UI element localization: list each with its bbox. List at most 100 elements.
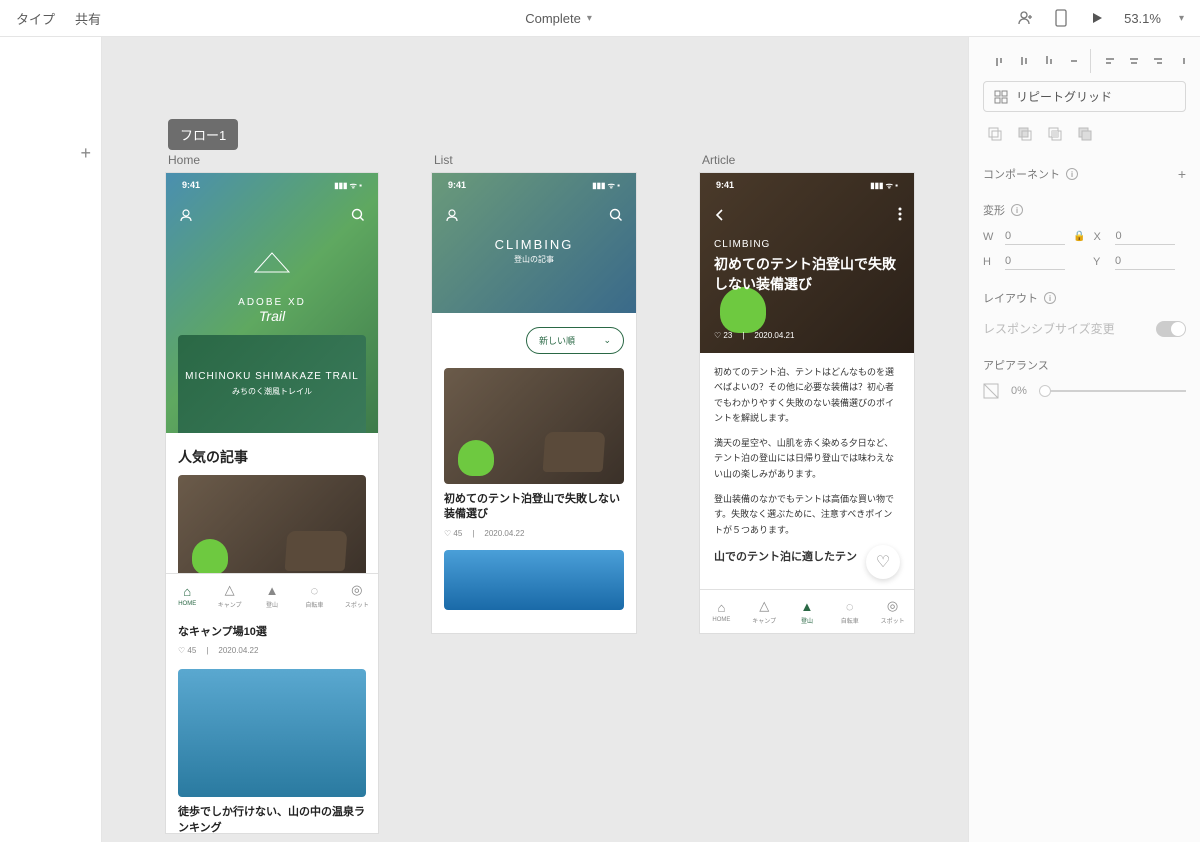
status-time: 9:41 xyxy=(448,180,466,190)
flow-badge[interactable]: フロー1 xyxy=(168,119,238,150)
add-icon[interactable]: + xyxy=(80,143,91,164)
article-date: 2020.04.22 xyxy=(218,646,258,655)
article-meta: ♡ 45 | 2020.04.22 xyxy=(178,646,366,655)
distribute-h-icon[interactable] xyxy=(1172,49,1196,73)
align-right-icon[interactable] xyxy=(1147,49,1171,73)
climb-icon: ▲ xyxy=(266,583,279,598)
repeat-grid-label: リピートグリッド xyxy=(1016,88,1112,105)
invite-icon[interactable] xyxy=(1016,9,1034,27)
zoom-level[interactable]: 53.1% xyxy=(1124,11,1161,26)
artboard-home[interactable]: 9:41 ▮▮▮ ᯤ ▪ ADOBE XD Trail 旅と道を楽しむ情報マガジ… xyxy=(166,173,378,833)
artboard-label-list[interactable]: List xyxy=(434,153,453,167)
responsive-label: レスポンシブサイズ変更 xyxy=(983,320,1115,337)
union-icon[interactable] xyxy=(983,122,1007,146)
align-top-icon[interactable] xyxy=(987,49,1011,73)
list-card[interactable] xyxy=(444,550,624,610)
bottom-nav: ⌂HOME △キャンプ ▲登山 ◌自転車 ◎スポット xyxy=(700,589,914,633)
boolean-ops xyxy=(983,122,1186,146)
search-icon[interactable] xyxy=(350,207,366,223)
article-hero-meta: ♡ 23 | 2020.04.21 xyxy=(714,331,794,340)
user-icon[interactable] xyxy=(444,207,460,223)
sort-dropdown[interactable]: 新しい順 ⌄ xyxy=(526,327,624,354)
article-card[interactable]: 徒歩でしか行けない、山の中の温泉ランキング xyxy=(178,669,366,833)
y-input[interactable] xyxy=(1115,253,1175,270)
responsive-toggle[interactable] xyxy=(1156,321,1186,337)
doc-title-dropdown[interactable]: Complete ▾ xyxy=(101,11,1016,26)
nav-climb[interactable]: ▲登山 xyxy=(786,590,829,633)
opacity-row: 0% xyxy=(983,383,1186,399)
info-icon[interactable]: i xyxy=(1011,204,1023,216)
device-preview-icon[interactable] xyxy=(1052,9,1070,27)
grid-icon xyxy=(994,90,1008,104)
zoom-chevron-icon[interactable]: ▾ xyxy=(1179,13,1184,24)
topbar-left: タイプ 共有 xyxy=(16,9,101,28)
home-icon: ⌂ xyxy=(183,584,191,599)
chevron-down-icon: ⌄ xyxy=(603,335,611,346)
right-panel: リピートグリッド コンポーネント i + 変形 i W 🔒 X H Y レイアウ… xyxy=(968,37,1200,842)
artboard-label-home[interactable]: Home xyxy=(168,153,200,167)
featured-card[interactable]: MICHINOKU SHIMAKAZE TRAIL みちのく潮風トレイル xyxy=(178,335,366,433)
left-panel: + xyxy=(0,37,102,842)
camp-icon: △ xyxy=(759,598,769,614)
subtract-icon[interactable] xyxy=(1013,122,1037,146)
article-card[interactable]: なキャンプ場10選 ♡ 45 | 2020.04.22 xyxy=(178,625,366,655)
nav-camp[interactable]: △キャンプ xyxy=(743,590,786,633)
spot-icon: ◎ xyxy=(887,598,898,614)
nav-climb[interactable]: ▲登山 xyxy=(251,574,293,617)
menu-share[interactable]: 共有 xyxy=(75,9,101,28)
components-header: コンポーネント i + xyxy=(983,166,1186,182)
opacity-slider[interactable] xyxy=(1039,390,1186,392)
repeat-grid-button[interactable]: リピートグリッド xyxy=(983,81,1186,112)
search-icon[interactable] xyxy=(608,207,624,223)
align-hcenter-icon[interactable] xyxy=(1122,49,1146,73)
nav-home[interactable]: ⌂HOME xyxy=(166,574,208,617)
status-icons: ▮▮▮ ᯤ ▪ xyxy=(592,180,620,191)
align-left-icon[interactable] xyxy=(1097,49,1121,73)
lock-icon[interactable]: 🔒 xyxy=(1073,231,1085,242)
info-icon[interactable]: i xyxy=(1044,292,1056,304)
camp-icon: △ xyxy=(225,582,235,598)
add-component-icon[interactable]: + xyxy=(1178,166,1186,182)
nav-bike[interactable]: ◌自転車 xyxy=(828,590,871,633)
bottom-nav: ⌂HOME △キャンプ ▲登山 ◌自転車 ◎スポット xyxy=(166,573,378,617)
back-icon[interactable] xyxy=(712,207,728,223)
artboard-article[interactable]: 9:41 ▮▮▮ ᯤ ▪ CLIMBING 初めてのテント泊登山で失敗しない装備… xyxy=(700,173,914,633)
article-category: CLIMBING xyxy=(714,239,770,250)
nav-spot[interactable]: ◎スポット xyxy=(871,590,914,633)
nav-bike[interactable]: ◌自転車 xyxy=(293,574,335,617)
article-card[interactable] xyxy=(178,475,366,583)
x-label: X xyxy=(1093,231,1107,243)
exclude-icon[interactable] xyxy=(1073,122,1097,146)
info-icon[interactable]: i xyxy=(1066,168,1078,180)
bike-icon: ◌ xyxy=(311,583,319,598)
artboard-list[interactable]: 9:41 ▮▮▮ ᯤ ▪ CLIMBING 登山の記事 新しい順 ⌄ 初めてのテ… xyxy=(432,173,636,633)
artboard-label-article[interactable]: Article xyxy=(702,153,735,167)
canvas[interactable]: フロー1 Home List Article 9:41 ▮▮▮ ᯤ ▪ ADOB… xyxy=(102,37,968,842)
align-vcenter-icon[interactable] xyxy=(1012,49,1036,73)
w-input[interactable] xyxy=(1005,228,1065,245)
align-bottom-icon[interactable] xyxy=(1037,49,1061,73)
intersect-icon[interactable] xyxy=(1043,122,1067,146)
play-icon[interactable] xyxy=(1088,9,1106,27)
appearance-header: アピアランス xyxy=(983,357,1186,373)
favorite-button[interactable]: ♡ xyxy=(866,545,900,579)
distribute-v-icon[interactable] xyxy=(1062,49,1086,73)
nav-home[interactable]: ⌂HOME xyxy=(700,590,743,633)
layout-header: レイアウト i xyxy=(983,290,1186,306)
status-icons: ▮▮▮ ᯤ ▪ xyxy=(334,180,362,191)
featured-sub: みちのく潮風トレイル xyxy=(232,386,312,397)
spot-icon: ◎ xyxy=(351,582,362,598)
nav-spot[interactable]: ◎スポット xyxy=(336,574,378,617)
menu-prototype[interactable]: タイプ xyxy=(16,9,55,28)
list-card[interactable]: 初めてのテント泊登山で失敗しない装備選び ♡ 45 | 2020.04.22 xyxy=(444,368,624,538)
nav-camp[interactable]: △キャンプ xyxy=(208,574,250,617)
app-topbar: タイプ 共有 Complete ▾ 53.1% ▾ xyxy=(0,0,1200,37)
status-time: 9:41 xyxy=(182,180,200,190)
user-icon[interactable] xyxy=(178,207,194,223)
x-input[interactable] xyxy=(1115,228,1175,245)
more-icon[interactable] xyxy=(898,207,902,221)
h-input[interactable] xyxy=(1005,253,1065,270)
paragraph: 満天の星空や、山肌を赤く染める夕日など、テント泊の登山には日帰り登山では味わえな… xyxy=(714,436,900,482)
list-hero-title: CLIMBING xyxy=(495,237,574,252)
card-date: 2020.04.22 xyxy=(484,529,524,538)
